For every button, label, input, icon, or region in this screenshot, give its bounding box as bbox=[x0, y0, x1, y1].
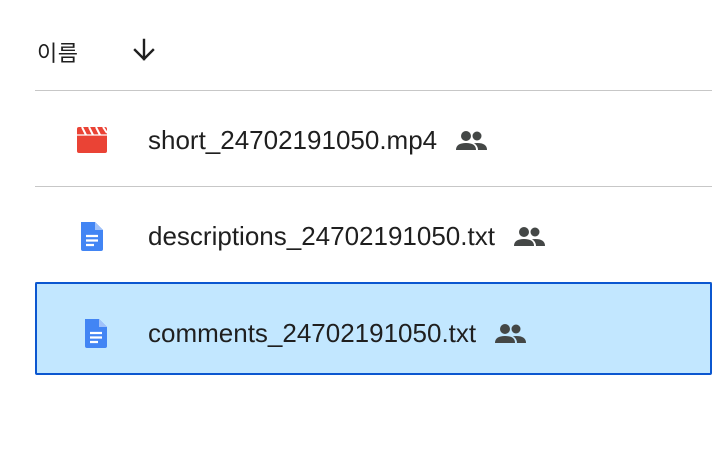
file-name: short_24702191050.mp4 bbox=[148, 125, 490, 156]
video-file-icon bbox=[74, 124, 110, 156]
file-row-comments-txt[interactable]: comments_24702191050.txt bbox=[35, 282, 712, 375]
shared-people-icon bbox=[493, 321, 529, 347]
shared-people-icon bbox=[454, 128, 490, 154]
file-row-short-mp4[interactable]: short_24702191050.mp4 bbox=[35, 91, 712, 187]
file-list: 이름 short_24702191050.mp4 descriptions_24… bbox=[35, 0, 712, 375]
file-name: descriptions_24702191050.txt bbox=[148, 221, 548, 252]
column-header-name[interactable]: 이름 bbox=[37, 36, 78, 68]
file-row-descriptions-txt[interactable]: descriptions_24702191050.txt bbox=[35, 187, 712, 283]
arrow-down-icon[interactable] bbox=[131, 37, 157, 63]
file-name-text: descriptions_24702191050.txt bbox=[148, 221, 495, 251]
shared-people-icon bbox=[512, 224, 548, 250]
file-name-text: comments_24702191050.txt bbox=[148, 318, 477, 348]
file-name: comments_24702191050.txt bbox=[148, 318, 529, 349]
document-file-icon bbox=[74, 220, 110, 252]
document-file-icon bbox=[78, 317, 114, 349]
file-name-text: short_24702191050.mp4 bbox=[148, 125, 438, 155]
list-header: 이름 bbox=[35, 0, 712, 91]
